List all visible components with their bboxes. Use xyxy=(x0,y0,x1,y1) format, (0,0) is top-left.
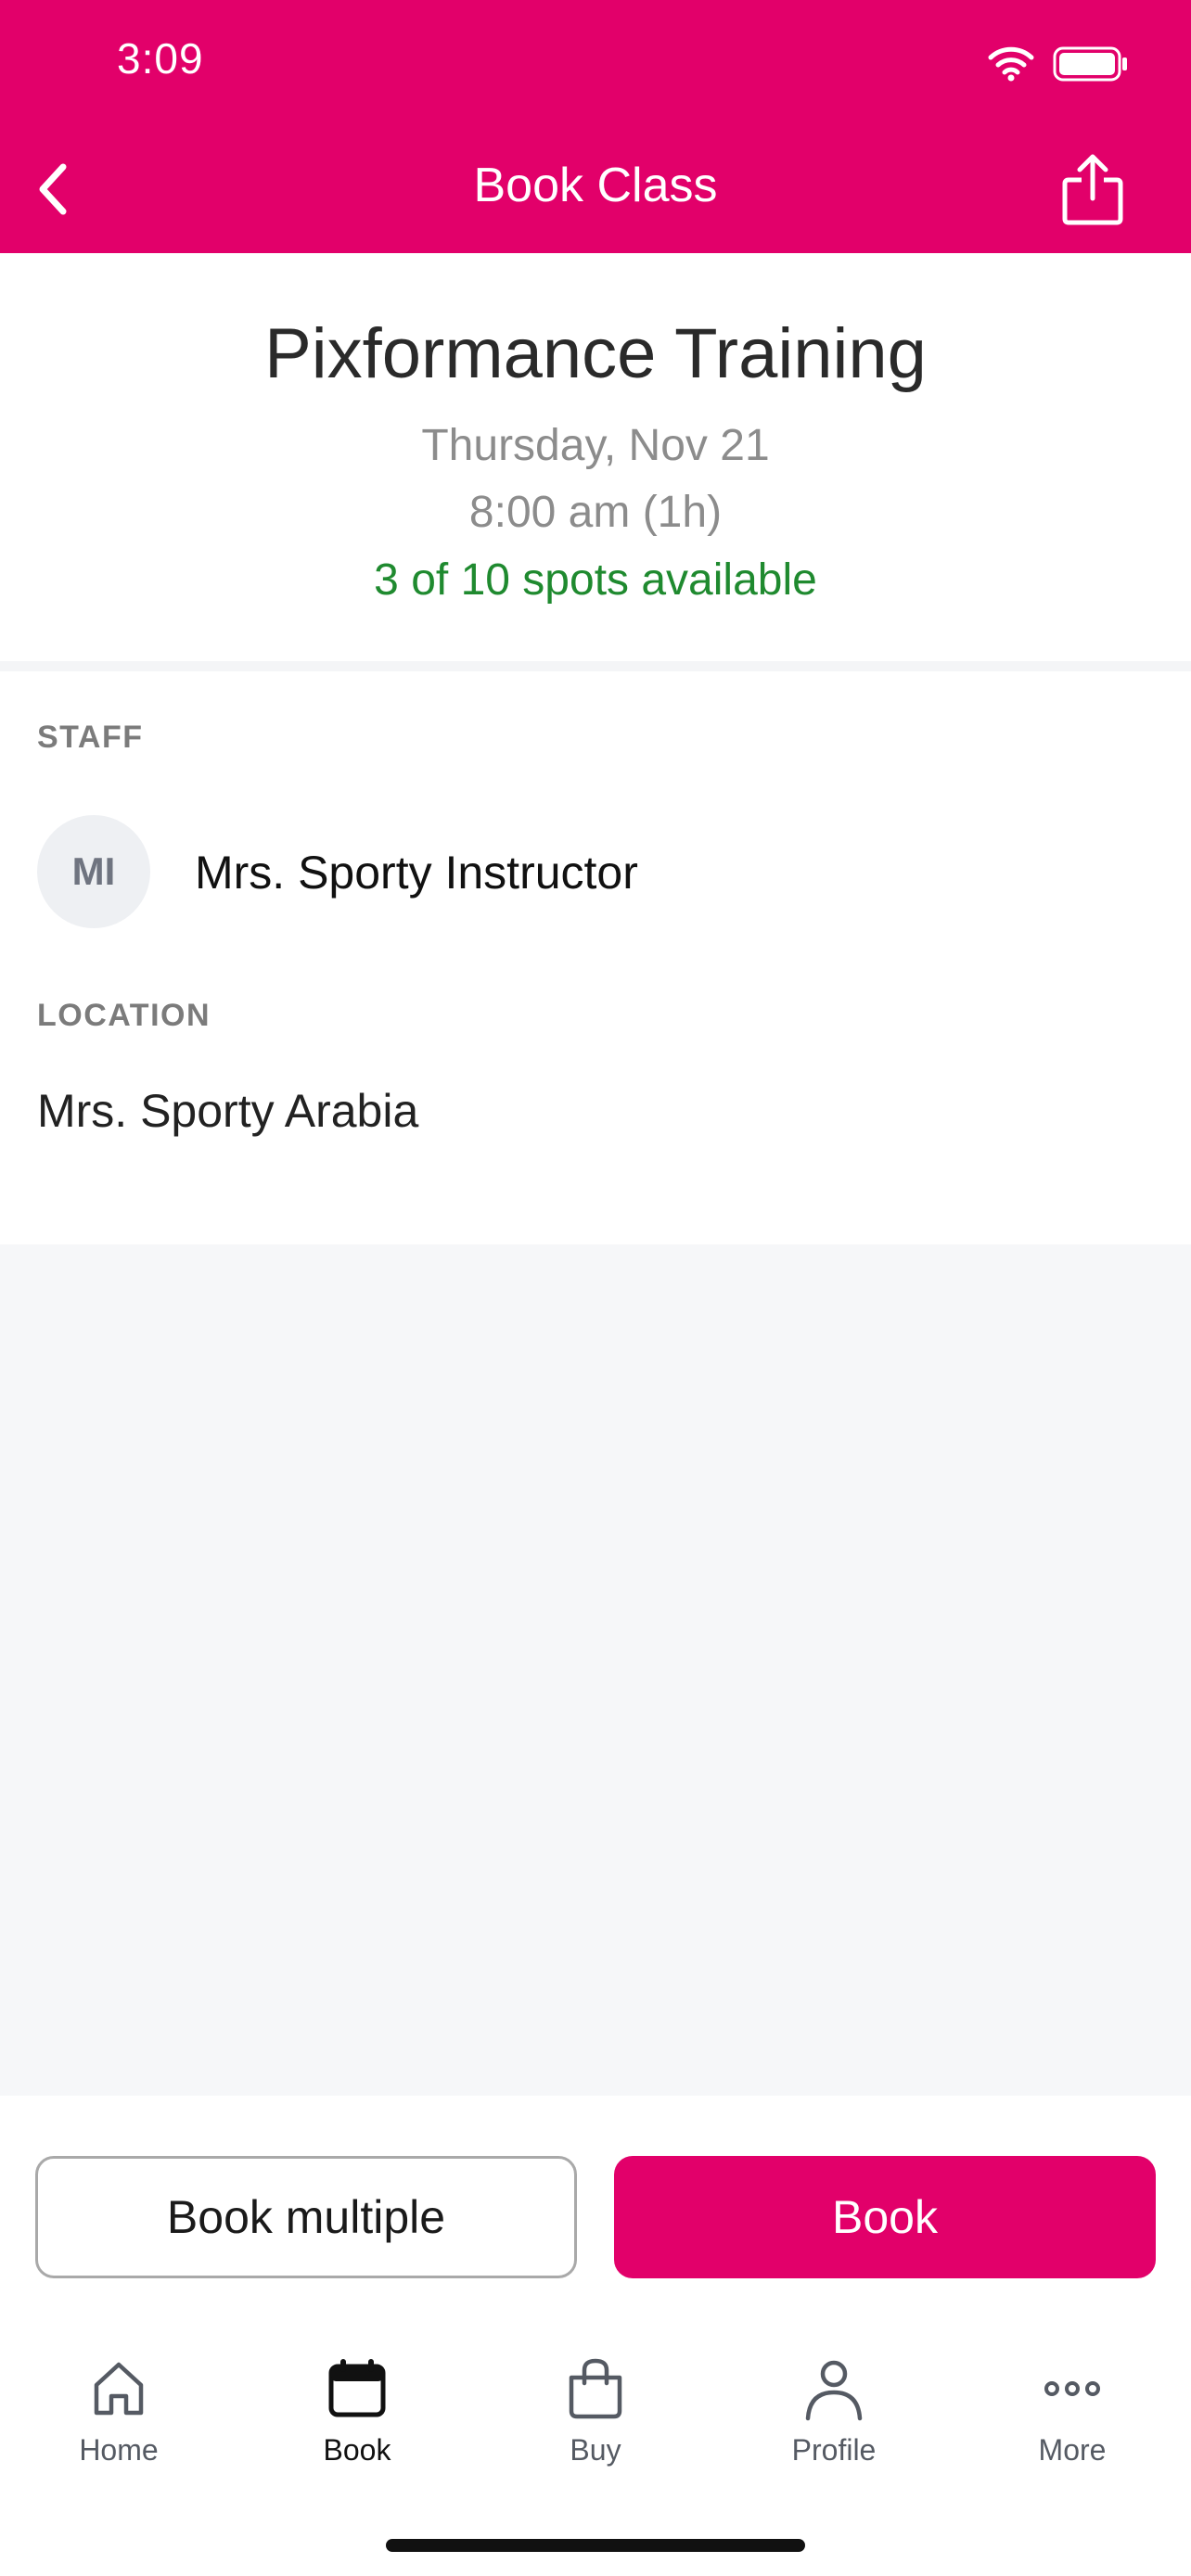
class-summary: Pixformance Training Thursday, Nov 21 8:… xyxy=(0,253,1191,661)
tab-label: More xyxy=(1038,2433,1107,2467)
booking-actions: Book multiple Book xyxy=(0,2096,1191,2318)
book-button[interactable]: Book xyxy=(614,2156,1156,2278)
share-icon[interactable] xyxy=(1057,152,1128,226)
battery-icon xyxy=(1053,46,1127,82)
tab-label: Profile xyxy=(791,2433,877,2467)
page-title: Book Class xyxy=(473,159,718,212)
staff-row[interactable]: MI Mrs. Sporty Instructor xyxy=(37,815,1150,928)
tab-buy[interactable]: Buy xyxy=(477,2355,714,2494)
wifi-icon xyxy=(988,46,1034,82)
tab-profile[interactable]: Profile xyxy=(715,2355,953,2494)
tab-label: Buy xyxy=(570,2433,621,2467)
more-icon xyxy=(1044,2381,1100,2396)
home-indicator xyxy=(386,2539,805,2552)
home-icon xyxy=(94,2362,144,2416)
section-divider xyxy=(0,661,1191,671)
tab-label: Home xyxy=(79,2433,159,2467)
app-header: 3:09 Book Class xyxy=(0,0,1191,253)
empty-content-area xyxy=(0,1244,1191,2096)
location-label: LOCATION xyxy=(37,998,211,1033)
location-name: Mrs. Sporty Arabia xyxy=(37,1085,419,1137)
class-date: Thursday, Nov 21 xyxy=(421,421,770,470)
class-time: 8:00 am (1h) xyxy=(468,488,723,537)
tab-bar: Home Book Buy Profile More xyxy=(0,2318,1191,2576)
book-class-screen: 3:09 Book Class Pixformance Training Thu xyxy=(0,0,1191,2576)
tab-more[interactable]: More xyxy=(954,2355,1191,2494)
staff-name: Mrs. Sporty Instructor xyxy=(195,847,638,899)
person-icon xyxy=(805,2360,863,2421)
status-time: 3:09 xyxy=(117,34,204,83)
class-title: Pixformance Training xyxy=(264,314,927,393)
staff-label: STAFF xyxy=(37,720,144,755)
avatar: MI xyxy=(37,815,150,928)
tab-book[interactable]: Book xyxy=(238,2355,476,2494)
spots-available: 3 of 10 spots available xyxy=(374,555,817,605)
book-multiple-button[interactable]: Book multiple xyxy=(35,2156,577,2278)
shopping-bag-icon xyxy=(569,2358,622,2419)
calendar-icon xyxy=(328,2359,386,2417)
class-details: STAFF MI Mrs. Sporty Instructor LOCATION… xyxy=(0,671,1191,1244)
tab-label: Book xyxy=(323,2433,391,2467)
tab-home[interactable]: Home xyxy=(0,2355,237,2494)
